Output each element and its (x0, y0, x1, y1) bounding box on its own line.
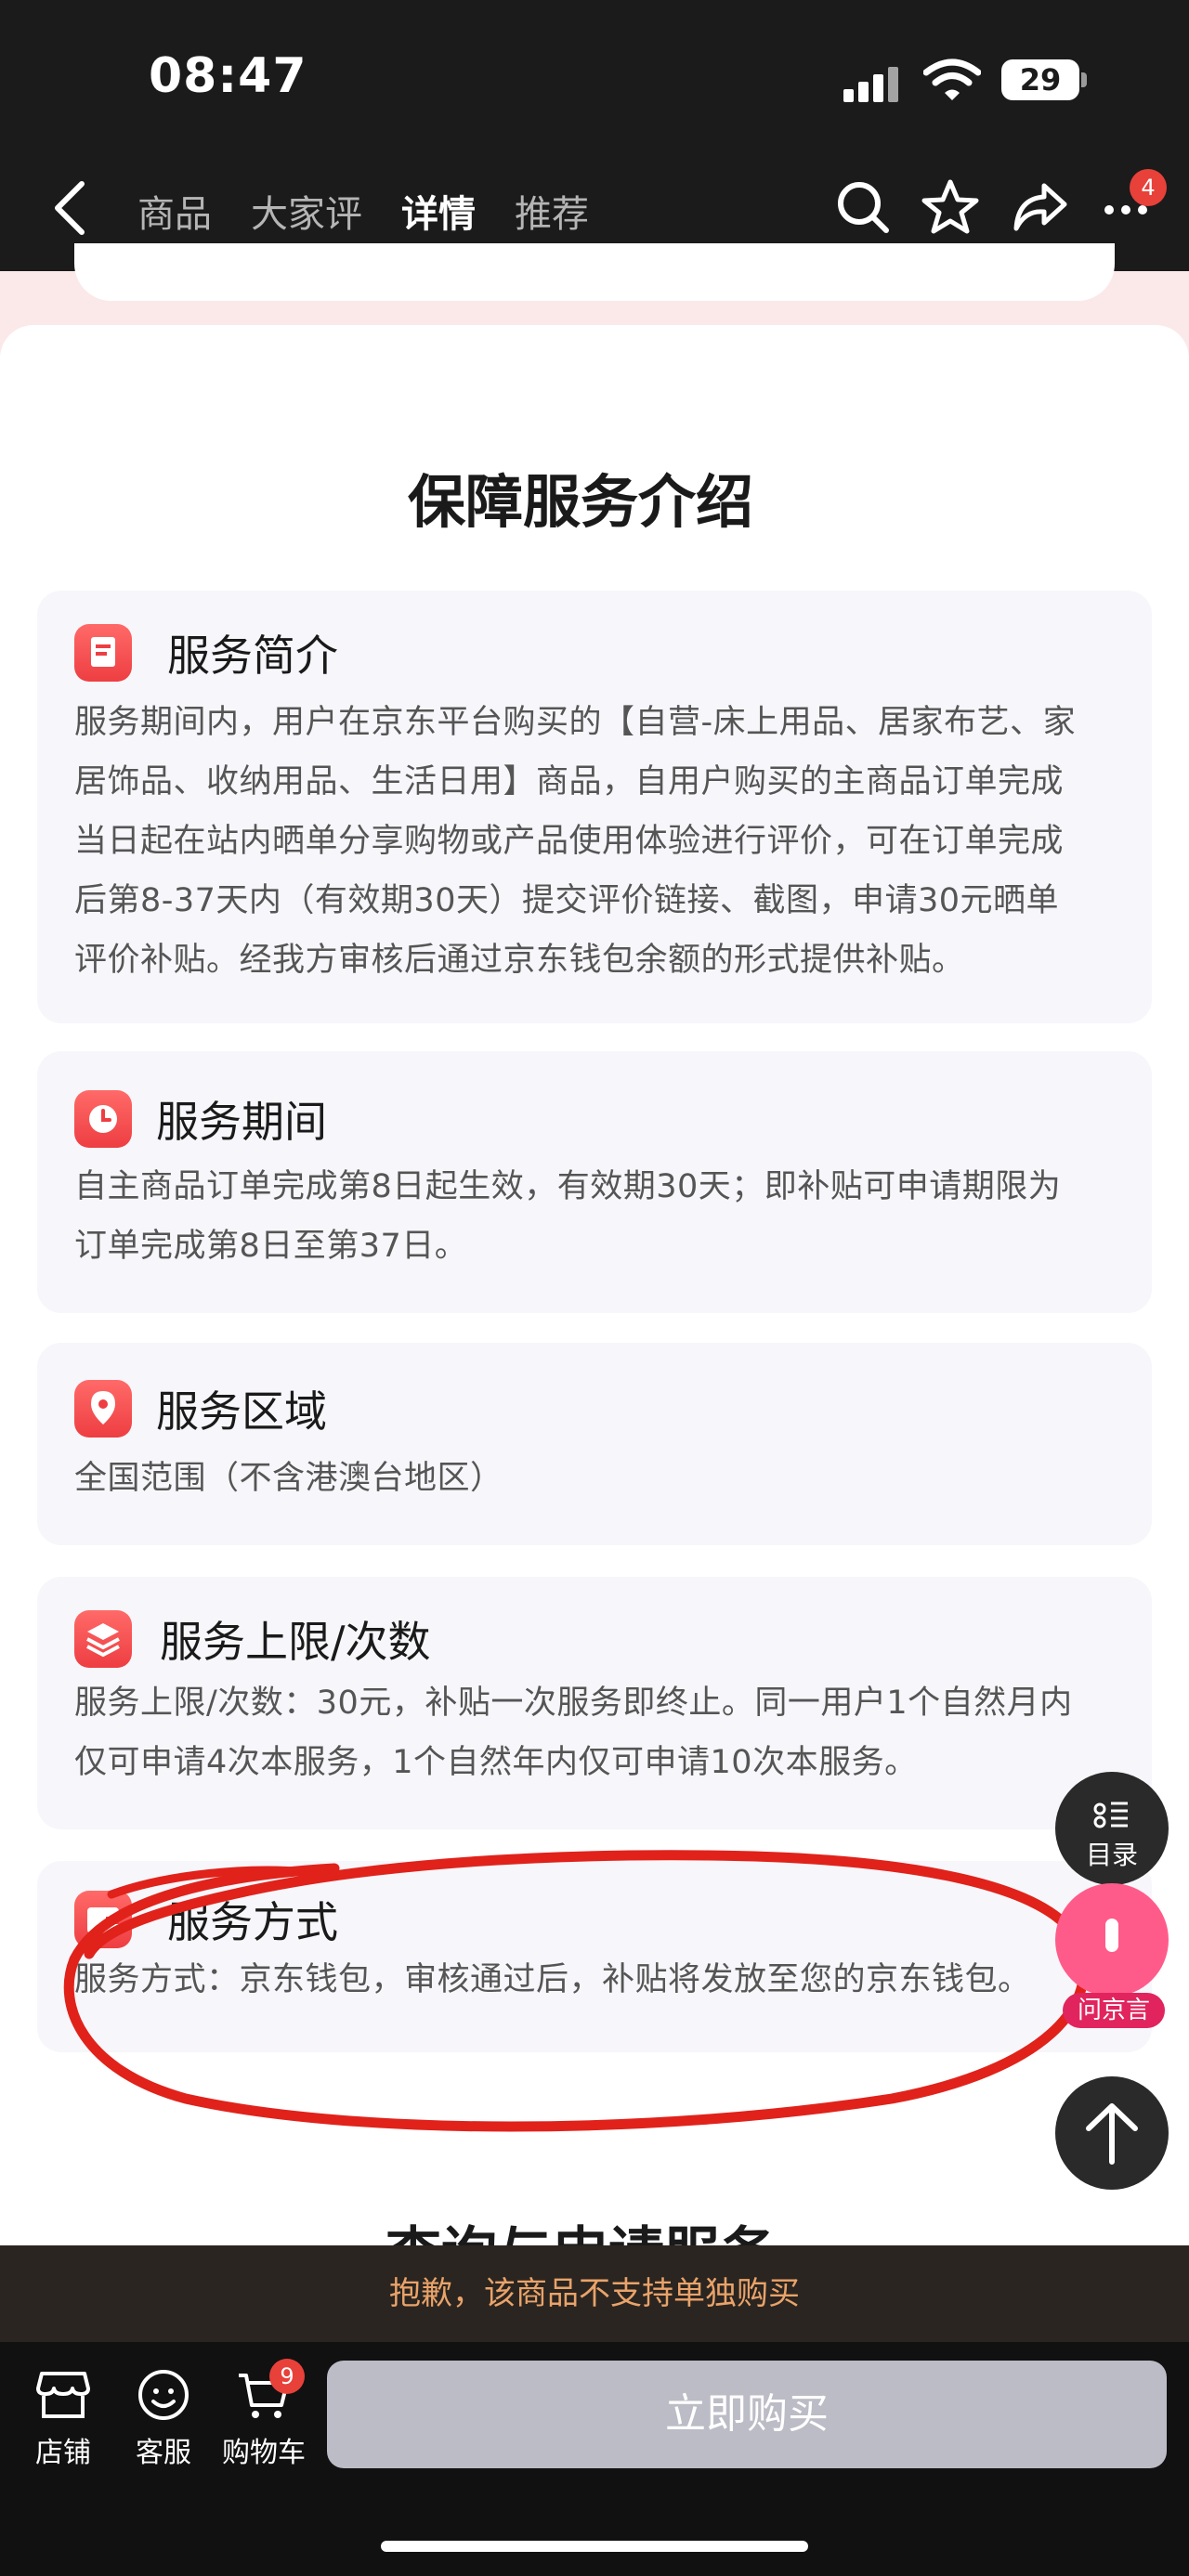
battery-cap (1081, 72, 1087, 87)
battery-indicator: 29 (1001, 59, 1079, 100)
card-body: 自主商品订单完成第8日起生效，有效期30天；即补贴可申请期限为 订单完成第8日至… (74, 1168, 1062, 1265)
shop-button[interactable]: 店铺 (17, 2364, 110, 2470)
page-title: 保障服务介绍 (407, 468, 753, 536)
assistant-icon (1105, 1919, 1118, 1952)
cart-count-badge: 9 (269, 2359, 305, 2394)
back-icon[interactable] (46, 178, 93, 238)
document-icon (74, 624, 132, 682)
layers-icon (74, 1610, 132, 1668)
home-indicator (381, 2541, 808, 2552)
assistant-label[interactable]: 问京言 (1063, 1993, 1165, 2028)
card-title: 服务区域 (156, 1386, 327, 1437)
store-icon (36, 2372, 90, 2418)
search-icon[interactable] (832, 176, 894, 238)
service-card-intro: 服务简介 服务期间内，用户在京东平台购买的【自营-床上用品、居家布艺、家 居饰品… (37, 591, 1152, 1023)
tab-details[interactable]: 详情 (401, 184, 476, 238)
wifi-icon (923, 59, 981, 100)
card-body: 全国范围（不含港澳台地区） (74, 1460, 503, 1497)
card-body: 服务方式：京东钱包，审核通过后，补贴将发放至您的京东钱包。 (74, 1961, 1031, 1998)
status-time: 08:47 (149, 48, 307, 104)
share-icon[interactable] (1009, 176, 1070, 238)
service-card-area: 服务区域 全国范围（不含港澳台地区） (37, 1343, 1152, 1545)
wallet-icon (74, 1891, 132, 1948)
cellular-signal-icon (843, 63, 907, 102)
clock-icon (74, 1090, 132, 1148)
toc-label: 目录 (1085, 1840, 1138, 1870)
back-to-top-button[interactable] (1055, 2076, 1169, 2190)
chat-face-icon (138, 2370, 189, 2420)
assistant-button[interactable] (1055, 1883, 1169, 1997)
card-title: 服务简介 (167, 631, 338, 681)
next-section-title: 查询与申请服务 (0, 2208, 1161, 2245)
buy-now-button[interactable]: 立即购买 (327, 2361, 1167, 2468)
tab-product[interactable]: 商品 (137, 184, 212, 238)
star-icon[interactable] (920, 176, 981, 238)
tab-reviews[interactable]: 大家评 (251, 184, 362, 238)
customer-service-button[interactable]: 客服 (117, 2364, 210, 2470)
tab-recommend[interactable]: 推荐 (515, 184, 589, 238)
toc-button[interactable]: 目录 (1055, 1772, 1169, 1885)
card-title: 服务期间 (156, 1097, 327, 1147)
service-card-period: 服务期间 自主商品订单完成第8日起生效，有效期30天；即补贴可申请期限为 订单完… (37, 1051, 1152, 1313)
notification-badge: 4 (1130, 169, 1167, 206)
card-title: 服务上限/次数 (160, 1617, 431, 1667)
card-body: 服务期间内，用户在京东平台购买的【自营-床上用品、居家布艺、家 居饰品、收纳用品… (74, 704, 1077, 979)
service-card-limit: 服务上限/次数 服务上限/次数：30元，补贴一次服务即终止。同一用户1个自然月内… (37, 1577, 1152, 1829)
card-body: 服务上限/次数：30元，补贴一次服务即终止。同一用户1个自然月内 仅可申请4次本… (74, 1685, 1073, 1781)
card-title: 服务方式 (167, 1897, 338, 1947)
arrow-up-icon (1086, 2103, 1138, 2165)
nav-tabs: 商品 大家评 详情 推荐 (137, 184, 589, 238)
notice-banner: 抱歉，该商品不支持单独购买 (0, 2245, 1189, 2342)
service-card-method: 服务方式 服务方式：京东钱包，审核通过后，补贴将发放至您的京东钱包。 (37, 1861, 1152, 2052)
previous-card-edge (74, 243, 1115, 301)
location-icon (74, 1380, 132, 1438)
